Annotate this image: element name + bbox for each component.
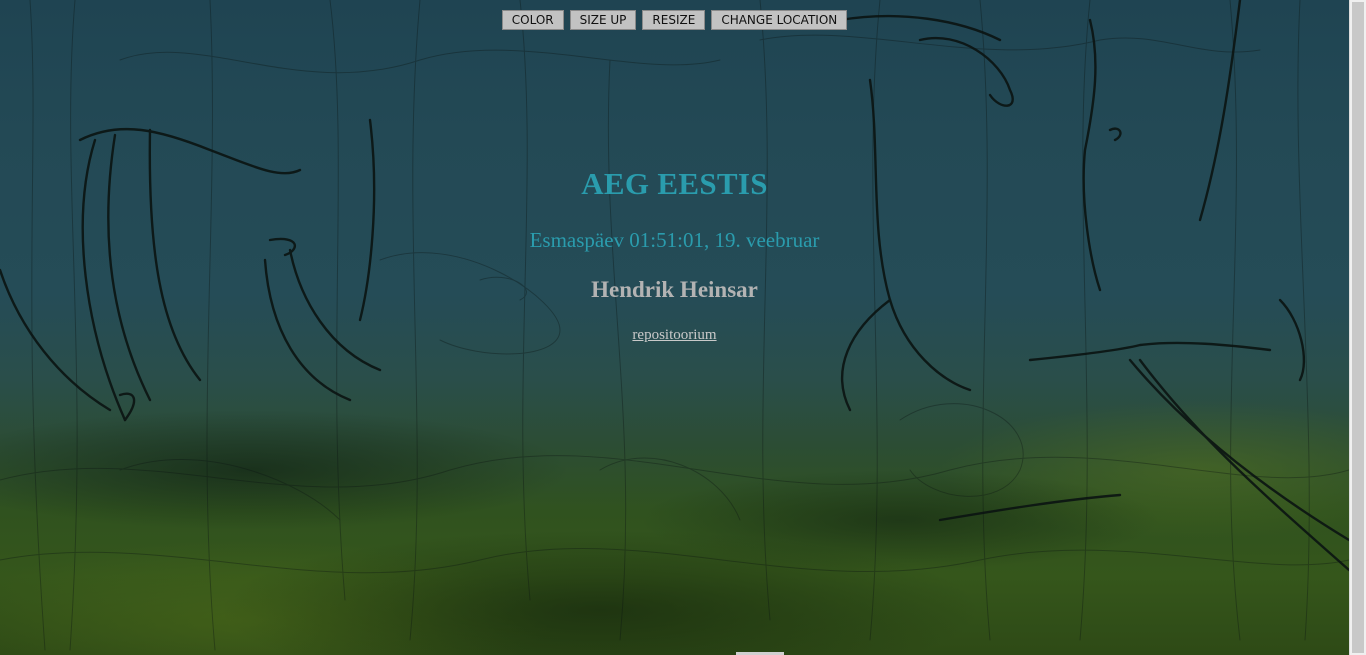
page-title: AEG EESTIS bbox=[581, 166, 768, 201]
author-name: Hendrik Heinsar bbox=[591, 277, 758, 302]
resize-button[interactable]: RESIZE bbox=[642, 10, 706, 30]
repository-link[interactable]: repositoorium bbox=[632, 327, 716, 343]
toolbar: COLOR SIZE UP RESIZE CHANGE LOCATION bbox=[0, 10, 1349, 30]
size-up-button[interactable]: SIZE UP bbox=[569, 10, 637, 30]
clock-datetime: Esmaspäev 01:51:01, 19. veebruar bbox=[529, 228, 820, 252]
scrollbar-thumb[interactable] bbox=[1352, 2, 1364, 653]
color-button[interactable]: COLOR bbox=[501, 10, 564, 30]
change-location-button[interactable]: CHANGE LOCATION bbox=[711, 10, 848, 30]
vertical-scrollbar[interactable] bbox=[1349, 0, 1366, 655]
